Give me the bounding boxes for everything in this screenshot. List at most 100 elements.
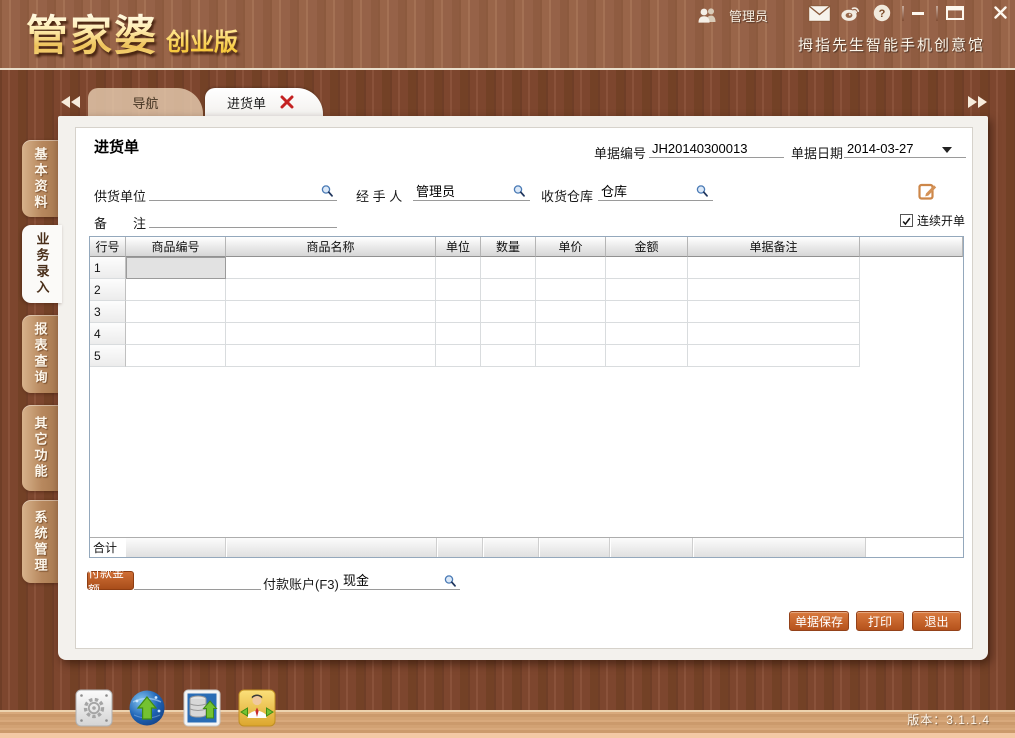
supplier-lookup-icon[interactable]	[320, 184, 334, 198]
grid-row: 5	[90, 345, 963, 367]
grid-cell[interactable]	[436, 345, 481, 367]
grid-cell[interactable]	[606, 345, 688, 367]
row-number-cell[interactable]: 5	[90, 345, 126, 367]
sidebar-item-system-management[interactable]: 系统管理	[22, 500, 58, 583]
tabs-scroll-right-icon[interactable]	[966, 95, 988, 109]
row-number-cell[interactable]: 4	[90, 323, 126, 345]
titlebar-separator	[936, 6, 938, 21]
col-header-product-code[interactable]: 商品编号	[126, 237, 226, 257]
titlebar-separator	[902, 6, 904, 21]
help-icon[interactable]: ?	[873, 4, 891, 22]
grid-cell[interactable]	[436, 279, 481, 301]
tabs-scroll-left-icon[interactable]	[60, 95, 82, 109]
grid-cell[interactable]	[226, 257, 436, 279]
grid-cell[interactable]	[436, 323, 481, 345]
grid-cell[interactable]	[126, 323, 226, 345]
tab-close-icon[interactable]	[280, 95, 294, 109]
col-header-unit[interactable]: 单位	[436, 237, 481, 257]
edit-icon[interactable]	[918, 181, 938, 201]
grid-cell-selected[interactable]	[126, 257, 226, 279]
col-header-remark[interactable]: 单据备注	[688, 237, 860, 257]
grid-cell[interactable]	[536, 257, 606, 279]
col-header-unit-price[interactable]: 单价	[536, 237, 606, 257]
handler-lookup-icon[interactable]	[512, 184, 526, 198]
tab-purchase-order[interactable]: 进货单	[205, 88, 323, 116]
close-button[interactable]	[994, 6, 1007, 19]
mail-icon[interactable]	[808, 5, 831, 22]
grid-cell[interactable]	[606, 301, 688, 323]
app-logo: 管家婆 创业版	[26, 2, 238, 63]
company-name-label: 拇指先生智能手机创意馆	[798, 34, 985, 55]
payment-amount-button[interactable]: 付款金额	[87, 571, 134, 590]
col-header-quantity[interactable]: 数量	[481, 237, 536, 257]
grid-cell[interactable]	[536, 323, 606, 345]
grid-cell[interactable]	[688, 257, 860, 279]
grid-cell[interactable]	[436, 257, 481, 279]
settings-icon[interactable]	[75, 688, 113, 728]
sidebar-item-basic-data[interactable]: 基本资料	[22, 140, 58, 217]
grid-cell[interactable]	[688, 279, 860, 301]
grid-cell[interactable]	[226, 301, 436, 323]
grid-cell[interactable]	[481, 301, 536, 323]
save-button[interactable]: 单据保存	[789, 611, 849, 631]
continuous-billing-checkbox[interactable]	[900, 214, 913, 227]
total-cell	[438, 538, 483, 557]
grid-cell[interactable]	[226, 323, 436, 345]
grid-row: 3	[90, 301, 963, 323]
grid-cell[interactable]	[536, 345, 606, 367]
remark-label: 备 注	[94, 213, 146, 232]
grid-cell[interactable]	[606, 279, 688, 301]
row-number-cell[interactable]: 3	[90, 301, 126, 323]
grid-cell[interactable]	[481, 345, 536, 367]
date-dropdown-icon[interactable]	[942, 147, 952, 153]
grid-cell[interactable]	[126, 301, 226, 323]
row-number-cell[interactable]: 2	[90, 279, 126, 301]
main-panel: 进货单 单据编号 JH20140300013 单据日期 2014-03-27 供…	[58, 116, 988, 660]
grid-cell[interactable]	[481, 257, 536, 279]
col-header-row-no[interactable]: 行号	[90, 237, 126, 257]
grid-cell[interactable]	[126, 279, 226, 301]
weibo-icon[interactable]	[840, 4, 860, 22]
grid-cell[interactable]	[536, 301, 606, 323]
col-header-amount[interactable]: 金额	[606, 237, 688, 257]
minimize-button[interactable]	[912, 12, 924, 16]
database-backup-icon[interactable]	[183, 688, 221, 728]
grid-row: 4	[90, 323, 963, 345]
payment-account-input[interactable]: 现金	[340, 572, 460, 590]
doc-no-input[interactable]: JH20140300013	[649, 140, 784, 158]
remark-input[interactable]	[149, 210, 337, 228]
user-switch-icon[interactable]	[238, 688, 276, 728]
tab-navigation[interactable]: 导航	[88, 88, 203, 116]
print-button[interactable]: 打印	[856, 611, 904, 631]
grid-cell[interactable]	[436, 301, 481, 323]
total-cell	[227, 538, 437, 557]
maximize-button[interactable]	[946, 6, 964, 20]
network-upload-icon[interactable]	[128, 688, 166, 728]
grid-cell[interactable]	[688, 345, 860, 367]
total-cell	[540, 538, 610, 557]
grid-cell[interactable]	[688, 301, 860, 323]
grid-cell-filler	[860, 301, 963, 323]
row-number-cell[interactable]: 1	[90, 257, 126, 279]
grid-cell[interactable]	[226, 345, 436, 367]
account-lookup-icon[interactable]	[443, 574, 457, 588]
purchase-order-form: 进货单 单据编号 JH20140300013 单据日期 2014-03-27 供…	[75, 127, 973, 649]
exit-button[interactable]: 退出	[912, 611, 961, 631]
grid-cell[interactable]	[688, 323, 860, 345]
warehouse-lookup-icon[interactable]	[695, 184, 709, 198]
grid-cell[interactable]	[606, 257, 688, 279]
grid-cell[interactable]	[536, 279, 606, 301]
grid-cell[interactable]	[606, 323, 688, 345]
supplier-input[interactable]	[149, 183, 337, 201]
sidebar-item-other-functions[interactable]: 其它功能	[22, 405, 58, 491]
sidebar-item-report-query[interactable]: 报表查询	[22, 315, 58, 393]
col-header-product-name[interactable]: 商品名称	[226, 237, 436, 257]
grid-cell[interactable]	[226, 279, 436, 301]
current-user-label: 管理员	[729, 6, 768, 25]
payment-amount-input[interactable]	[134, 572, 261, 590]
sidebar-item-label: 业务录入	[33, 232, 52, 296]
sidebar-item-business-entry[interactable]: 业务录入	[22, 225, 62, 303]
grid-cell[interactable]	[126, 345, 226, 367]
grid-cell[interactable]	[481, 323, 536, 345]
grid-cell[interactable]	[481, 279, 536, 301]
